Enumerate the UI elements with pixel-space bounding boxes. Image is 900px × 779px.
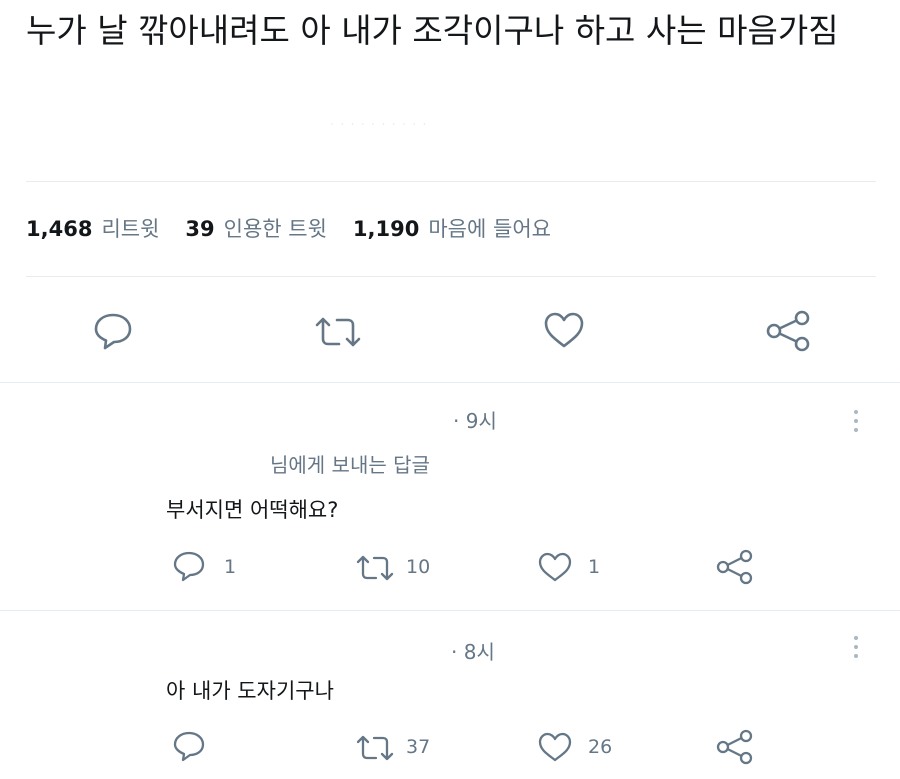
quotes-label: 인용한 트윗	[223, 217, 327, 241]
heart-icon	[544, 312, 584, 348]
likes-label: 마음에 들어요	[428, 217, 551, 241]
share-button[interactable]	[765, 309, 813, 353]
retweet-icon	[356, 555, 394, 581]
divider	[26, 181, 876, 182]
quotes-stat[interactable]: 39 인용한 트윗	[185, 213, 327, 243]
retweets-label: 리트윗	[101, 217, 160, 241]
reply-count: 1	[224, 556, 237, 578]
more-options-icon[interactable]	[853, 636, 859, 663]
retweet-icon	[315, 317, 361, 347]
like-count: 1	[588, 556, 601, 578]
divider	[0, 382, 900, 383]
like-button[interactable]	[537, 731, 573, 763]
retweets-count: 1,468	[26, 217, 93, 241]
likes-stat[interactable]: 1,190 마음에 들어요	[353, 213, 551, 243]
reply-text: 부서지면 어떡해요?	[166, 498, 339, 522]
like-button[interactable]	[542, 310, 586, 350]
likes-count: 1,190	[352, 217, 420, 241]
like-button[interactable]	[537, 551, 573, 583]
reply-button[interactable]	[172, 550, 206, 582]
more-options-icon[interactable]	[853, 410, 859, 437]
reply-button[interactable]	[172, 730, 206, 762]
reply-timestamp[interactable]: · 8시	[451, 636, 495, 665]
retweet-button[interactable]	[314, 314, 362, 350]
share-icon	[766, 310, 810, 352]
heart-icon	[538, 552, 572, 582]
retweet-button[interactable]	[355, 553, 395, 583]
retweets-stat[interactable]: 1,468 리트윗	[26, 213, 159, 243]
share-icon	[716, 549, 753, 585]
reply-icon	[173, 551, 205, 582]
replying-to-label: 님에게 보내는 답글	[270, 453, 430, 477]
reply-button[interactable]	[92, 311, 134, 351]
share-button[interactable]	[716, 549, 754, 585]
reply-text: 아 내가 도자기구나	[166, 679, 334, 703]
share-icon	[716, 729, 753, 765]
divider	[26, 276, 876, 277]
tweet-text: 누가 날 깎아내려도 아 내가 조각이구나 하고 사는 마음가짐	[26, 11, 839, 50]
retweet-count: 10	[406, 556, 431, 578]
reply-timestamp[interactable]: · 9시	[453, 405, 497, 434]
like-count: 26	[588, 736, 613, 758]
reply-icon	[173, 731, 205, 762]
tweet-stats: 1,468 리트윗 39 인용한 트윗 1,190 마음에 들어요	[26, 213, 577, 243]
tweet-meta: · · · · · · · · · ·	[330, 118, 428, 133]
share-button[interactable]	[716, 729, 754, 765]
retweet-icon	[356, 735, 394, 761]
retweet-count: 37	[406, 736, 431, 758]
retweet-button[interactable]	[355, 733, 395, 763]
quotes-count: 39	[185, 217, 215, 241]
divider	[0, 610, 900, 611]
heart-icon	[538, 732, 572, 762]
reply-icon	[94, 313, 132, 350]
